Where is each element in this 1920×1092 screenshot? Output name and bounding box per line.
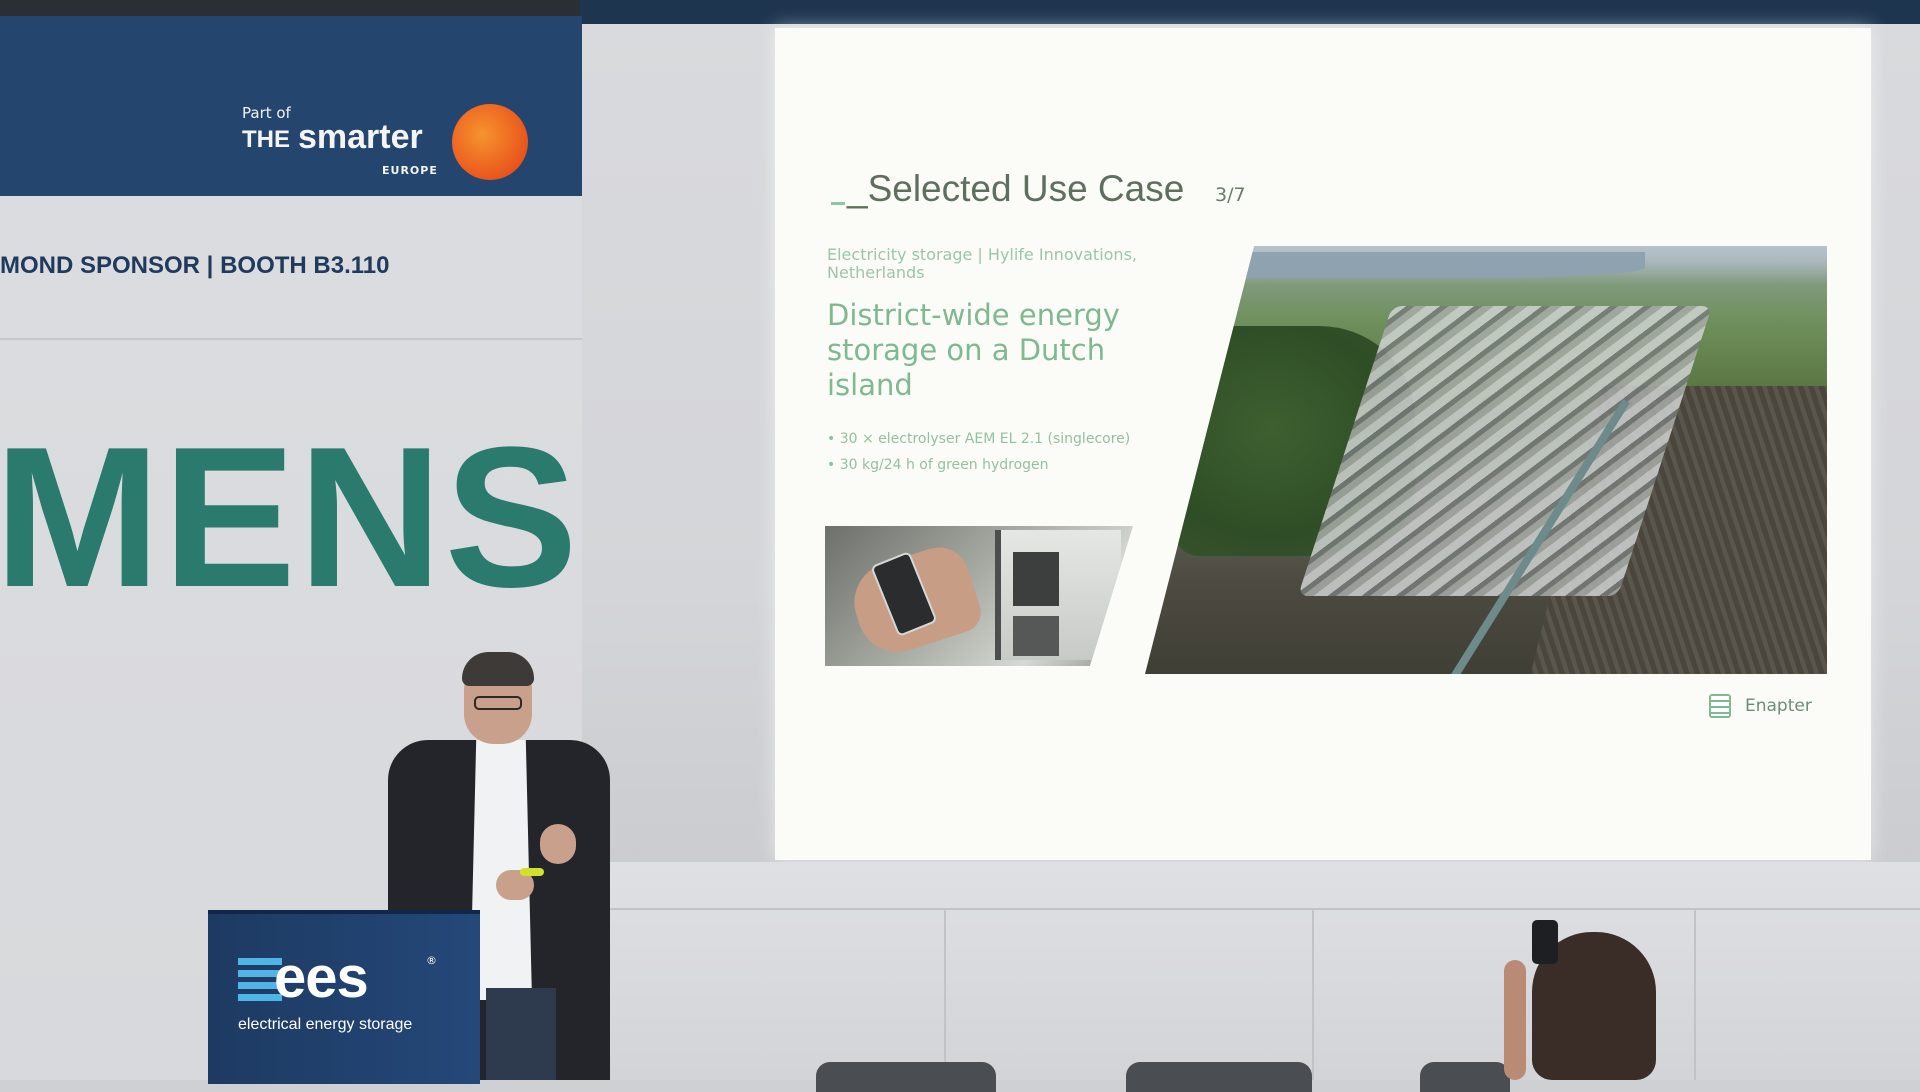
audience-member bbox=[1486, 920, 1686, 1080]
sea-area bbox=[1225, 252, 1645, 278]
slide-category: Electricity storage | Hylife Innovations… bbox=[827, 245, 1137, 282]
logo-smarter-text: smarter bbox=[298, 118, 423, 156]
smartphone-icon bbox=[1532, 920, 1558, 964]
panel-seam bbox=[1694, 910, 1696, 1080]
slide-bullet-list: 30 × electrolyser AEM EL 2.1 (singlecore… bbox=[827, 426, 1207, 478]
logo-the-text: THE bbox=[242, 126, 290, 153]
enapter-brand-text: Enapter bbox=[1745, 696, 1812, 716]
stage-panel-line bbox=[582, 908, 1920, 910]
title-accent-bar bbox=[831, 202, 845, 205]
presentation-clicker bbox=[520, 868, 544, 876]
podium: ees ® electrical energy storage bbox=[208, 910, 480, 1084]
panel-seam bbox=[944, 910, 946, 1080]
slide-heading: District-wide energy storage on a Dutch … bbox=[827, 298, 1120, 402]
slide-counter: 3/7 bbox=[1215, 184, 1246, 206]
slide-bullet: 30 × electrolyser AEM EL 2.1 (singlecore… bbox=[827, 426, 1207, 452]
speaker-hand bbox=[540, 824, 576, 864]
logo-europe-text: EUROPE bbox=[382, 164, 438, 177]
slide-title: _Selected Use Case bbox=[847, 168, 1185, 209]
the-smarter-e-logo: Part of THE smarter EUROPE bbox=[240, 86, 540, 186]
speaker-jeans bbox=[486, 988, 556, 1080]
cabinet-panel bbox=[1013, 616, 1059, 656]
ceiling-truss bbox=[0, 0, 580, 16]
enapter-stack-icon bbox=[1709, 694, 1731, 718]
raised-arm bbox=[1504, 960, 1526, 1080]
stage-back-panel bbox=[582, 862, 1920, 1080]
ees-logo-word: ees bbox=[274, 945, 369, 1010]
logo-part-of-text: Part of bbox=[242, 104, 291, 122]
speaker-hair bbox=[462, 652, 534, 686]
banner-header-band: Part of THE smarter EUROPE bbox=[0, 16, 582, 196]
ees-logo-subtitle: electrical energy storage bbox=[238, 1016, 413, 1033]
registered-mark: ® bbox=[426, 954, 437, 967]
glasses-icon bbox=[474, 696, 522, 710]
cabinet-panel bbox=[1013, 552, 1059, 606]
aerial-village-photo bbox=[1145, 246, 1827, 674]
slide-bullet: 30 kg/24 h of green hydrogen bbox=[827, 452, 1207, 478]
audience-chair bbox=[816, 1062, 996, 1092]
panel-seam bbox=[1312, 910, 1314, 1080]
sponsor-wordmark: MENS bbox=[0, 418, 580, 618]
electrolyser-photo bbox=[825, 526, 1133, 666]
orange-e-icon bbox=[452, 104, 528, 180]
projection-screen: _Selected Use Case 3/7 Electricity stora… bbox=[775, 28, 1871, 860]
ees-logo: ees ® electrical energy storage bbox=[238, 945, 438, 1044]
ceiling-beam bbox=[580, 0, 1920, 24]
banner-divider bbox=[0, 338, 582, 340]
audience-chair bbox=[1126, 1062, 1312, 1092]
sponsor-booth-text: MOND SPONSOR | BOOTH B3.110 bbox=[0, 252, 390, 279]
